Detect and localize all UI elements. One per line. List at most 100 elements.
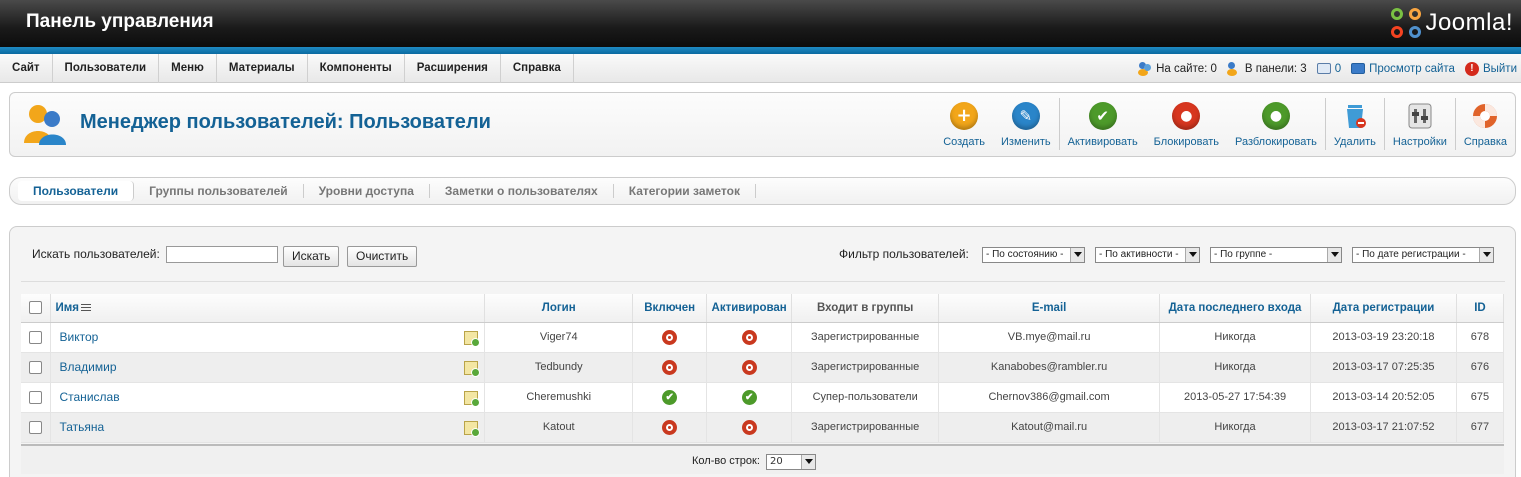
delete-button[interactable]: Удалить	[1326, 93, 1384, 156]
users-online-icon	[1138, 61, 1152, 76]
user-name-link[interactable]: Татьяна	[59, 420, 104, 434]
menu-item-menus[interactable]: Меню	[159, 54, 217, 83]
registered-cell: 2013-03-19 23:20:18	[1310, 322, 1457, 353]
logout-link[interactable]: ! Выйти	[1464, 61, 1517, 76]
add-note-icon[interactable]	[464, 330, 481, 347]
view-site-link[interactable]: Просмотр сайта	[1351, 63, 1455, 75]
chevron-down-icon	[1327, 248, 1341, 262]
registered-cell: 2013-03-17 07:25:35	[1310, 352, 1457, 383]
help-lifebuoy-icon	[1473, 104, 1498, 128]
row-checkbox[interactable]	[29, 330, 43, 344]
col-login[interactable]: Логин	[484, 294, 634, 323]
activate-button[interactable]: ✔ Активировать	[1060, 93, 1146, 156]
status-messages[interactable]: 0	[1316, 63, 1341, 75]
enabled-cell	[632, 412, 708, 443]
menu-item-extensions[interactable]: Расширения	[405, 54, 501, 83]
main-menu: Сайт Пользователи Меню Материалы Компоне…	[0, 54, 574, 83]
options-button[interactable]: Настройки	[1385, 93, 1455, 156]
col-last-visit[interactable]: Дата последнего входа	[1159, 294, 1311, 323]
filter-state-select[interactable]: - По состоянию -	[982, 247, 1085, 263]
block-button[interactable]: ● Блокировать	[1146, 93, 1227, 156]
monitor-icon	[1351, 63, 1366, 74]
user-name-link[interactable]: Станислав	[59, 390, 119, 404]
col-enabled[interactable]: Включен	[632, 294, 708, 323]
chevron-down-icon	[801, 455, 815, 469]
create-label: Создать	[943, 136, 985, 148]
filter-active-value: - По активности -	[1099, 249, 1179, 260]
filter-date-value: - По дате регистрации -	[1356, 249, 1466, 260]
help-button[interactable]: Справка	[1456, 93, 1515, 156]
settings-icon	[1408, 103, 1432, 129]
tab-note-categories[interactable]: Категории заметок	[614, 184, 756, 198]
menu-item-users[interactable]: Пользователи	[53, 54, 160, 83]
users-table-body: Виктор Viger74 Зарегистрированные VB.mye@ma…	[21, 322, 1505, 443]
filter-active-select[interactable]: - По активности -	[1095, 247, 1200, 263]
col-id[interactable]: ID	[1456, 294, 1505, 323]
status-off-icon[interactable]	[662, 329, 678, 345]
user-name-link[interactable]: Владимир	[59, 360, 116, 374]
create-button[interactable]: + Создать	[935, 93, 993, 156]
joomla-logo[interactable]: Joomla!	[1391, 6, 1513, 40]
search-input[interactable]	[166, 246, 278, 263]
menu-item-help[interactable]: Справка	[501, 54, 574, 83]
submenu-tabs: Пользователи Группы пользователей Уровни…	[10, 178, 1515, 204]
tab-access-levels[interactable]: Уровни доступа	[304, 184, 430, 198]
edit-label: Изменить	[1001, 136, 1051, 148]
table-row: Татьяна Katout Зарегистрированные Katout@ma…	[21, 412, 1505, 443]
status-off-icon[interactable]	[662, 359, 678, 375]
status-in-panel: В панели: 3	[1226, 61, 1307, 76]
user-manager-icon	[24, 105, 66, 145]
users-table: Имя Логин Включен Активирован Входит в г…	[21, 294, 1505, 443]
filter-date-select[interactable]: - По дате регистрации -	[1352, 247, 1494, 263]
status-off-icon[interactable]	[741, 359, 757, 375]
row-checkbox[interactable]	[29, 420, 43, 434]
menu-item-site[interactable]: Сайт	[0, 54, 53, 83]
tab-users[interactable]: Пользователи	[18, 181, 135, 201]
row-checkbox[interactable]	[29, 390, 43, 404]
status-on-icon[interactable]: ✔	[662, 389, 678, 405]
rows-per-page-select[interactable]: 20	[766, 454, 816, 470]
tab-user-groups[interactable]: Группы пользователей	[134, 184, 304, 198]
col-name[interactable]: Имя	[50, 294, 486, 323]
last-visit-cell: Никогда	[1159, 412, 1311, 443]
status-off-icon[interactable]	[741, 419, 757, 435]
user-name-link[interactable]: Виктор	[59, 330, 98, 344]
row-checkbox[interactable]	[29, 360, 43, 374]
col-email[interactable]: E-mail	[938, 294, 1161, 323]
status-off-icon[interactable]	[662, 419, 678, 435]
select-all-checkbox[interactable]	[29, 301, 43, 315]
block-icon: ●	[1172, 102, 1201, 130]
check-icon: ✔	[1088, 102, 1117, 130]
filter-group-select[interactable]: - По группе -	[1210, 247, 1342, 263]
add-note-icon[interactable]	[464, 420, 481, 437]
enabled-cell	[632, 322, 708, 353]
add-note-icon[interactable]	[464, 390, 481, 407]
unblock-button[interactable]: ● Разблокировать	[1227, 93, 1325, 156]
action-toolbar: + Создать ✎ Изменить ✔ Активировать ● Бл…	[935, 93, 1515, 156]
mail-icon	[1316, 63, 1331, 74]
col-registered[interactable]: Дата регистрации	[1310, 294, 1457, 323]
email-cell: Chernov386@gmail.com	[938, 382, 1161, 413]
block-label: Блокировать	[1153, 136, 1219, 148]
table-row: Владимир Tedbundy Зарегистрированные Kanabo…	[21, 352, 1505, 383]
table-header-row: Имя Логин Включен Активирован Входит в г…	[21, 294, 1505, 323]
in-panel-text: В панели: 3	[1244, 62, 1307, 75]
menu-item-content[interactable]: Материалы	[217, 54, 308, 83]
status-on-icon[interactable]: ✔	[741, 389, 757, 405]
edit-button[interactable]: ✎ Изменить	[993, 93, 1059, 156]
col-activated[interactable]: Активирован	[706, 294, 793, 323]
chevron-down-icon	[1070, 248, 1084, 262]
row-select-cell	[21, 352, 52, 383]
clear-button[interactable]: Очистить	[347, 246, 418, 267]
status-off-icon[interactable]	[741, 329, 757, 345]
tab-user-notes[interactable]: Заметки о пользователях	[430, 184, 614, 198]
menu-item-components[interactable]: Компоненты	[308, 54, 405, 83]
add-note-icon[interactable]	[464, 360, 481, 377]
groups-cell: Зарегистрированные	[791, 352, 940, 383]
email-cell: Kanabobes@rambler.ru	[938, 352, 1161, 383]
last-visit-cell: Никогда	[1159, 352, 1311, 383]
search-button[interactable]: Искать	[283, 246, 340, 267]
id-cell: 678	[1456, 322, 1505, 353]
activated-cell	[706, 352, 793, 383]
sort-asc-icon	[80, 303, 91, 312]
